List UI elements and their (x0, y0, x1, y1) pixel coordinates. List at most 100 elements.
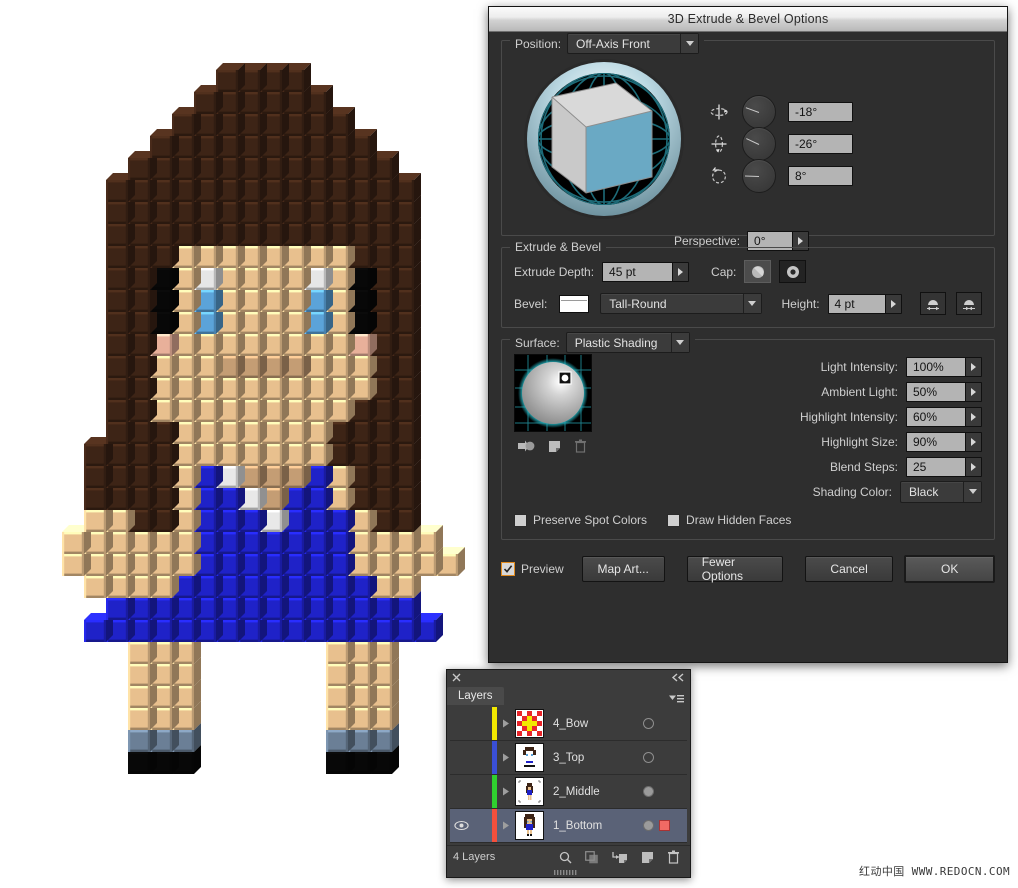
blend-steps-row: Blend Steps: 25 (600, 454, 982, 479)
target-indicator[interactable] (643, 718, 654, 729)
blend-steps-field[interactable]: 25 (906, 456, 982, 477)
highlight-size-row: Highlight Size: 90% (600, 429, 982, 454)
locate-object-icon[interactable] (559, 851, 572, 864)
dialog-footer: Preview Map Art... Fewer Options Cancel … (489, 551, 1007, 583)
highlight-intensity-stepper[interactable] (965, 407, 981, 426)
selection-indicator (659, 820, 670, 831)
rotate-z-value: 8° (789, 167, 852, 185)
panel-resize-grip[interactable] (447, 868, 690, 876)
collapse-panel-icon[interactable] (671, 673, 685, 682)
bevel-select[interactable]: Tall-Round (600, 293, 762, 314)
target-indicator[interactable] (643, 820, 654, 831)
bevel-extent-in-button[interactable] (956, 292, 982, 315)
cap-solid-button[interactable] (744, 260, 772, 283)
position-label: Position: (515, 36, 562, 51)
extrude-depth-value: 45 pt (603, 262, 673, 281)
expand-layer-triangle[interactable] (497, 753, 515, 762)
create-sublayer-icon[interactable] (612, 851, 628, 864)
shading-color-row: Shading Color: Black (600, 479, 982, 504)
layer-name: 2_Middle (553, 785, 600, 798)
rotate-y-field[interactable]: -26° (788, 134, 853, 154)
lighting-sphere-icon (515, 355, 591, 431)
ambient-light-stepper[interactable] (965, 382, 981, 401)
light-intensity-row: Light Intensity: 100% (600, 354, 982, 379)
checkbox-box (514, 513, 527, 527)
bevel-height-field[interactable]: 4 pt (827, 293, 903, 314)
bevel-extent-out-button[interactable] (920, 292, 947, 315)
layer-row[interactable]: 3_Top (450, 741, 687, 775)
extrude-bevel-legend: Extrude & Bevel (510, 240, 607, 254)
map-art-button[interactable]: Map Art... (581, 556, 665, 582)
layer-count-label: 4 Layers (453, 851, 496, 863)
rotate-y-icon (708, 133, 730, 155)
expand-layer-triangle[interactable] (497, 719, 515, 728)
rotate-y-value: -26° (789, 135, 852, 153)
light-intensity-field[interactable]: 100% (906, 356, 982, 377)
preserve-spot-colors-checkbox[interactable]: Preserve Spot Colors (514, 513, 647, 527)
delete-selection-icon[interactable] (667, 850, 680, 864)
duplicate-light-icon[interactable] (548, 440, 561, 453)
layer-row[interactable]: 1_Bottom (450, 809, 687, 843)
delete-light-icon[interactable] (574, 439, 587, 453)
make-clipping-mask-icon[interactable] (585, 850, 599, 864)
bevel-height-value: 4 pt (828, 294, 886, 313)
visibility-toggle-1_bottom[interactable] (450, 820, 472, 831)
close-icon[interactable] (452, 673, 461, 682)
expand-layer-triangle[interactable] (497, 821, 515, 830)
shading-color-select[interactable]: Black (900, 480, 982, 503)
rotate-z-dial[interactable] (742, 159, 776, 193)
extrude-depth-stepper[interactable] (672, 262, 689, 281)
position-trackball[interactable] (520, 55, 688, 223)
chevron-right-icon (503, 753, 509, 762)
highlight-size-field[interactable]: 90% (906, 431, 982, 452)
rotate-x-row: -18° (708, 95, 853, 129)
artboard-canvas (0, 0, 488, 888)
checkbox-box (667, 513, 681, 527)
blend-steps-value: 25 (907, 457, 965, 476)
cube-preview-icon (524, 59, 684, 219)
rotate-x-field[interactable]: -18° (788, 102, 853, 122)
extrude-bevel-dialog: 3D Extrude & Bevel Options Position: Off… (488, 6, 1008, 663)
surface-select[interactable]: Plastic Shading (565, 332, 690, 353)
chevron-down-icon (670, 333, 689, 352)
expand-layer-triangle[interactable] (497, 787, 515, 796)
highlight-size-stepper[interactable] (965, 432, 981, 451)
target-indicator[interactable] (643, 786, 654, 797)
surface-value: Plastic Shading (574, 335, 658, 350)
extrude-bevel-fieldset: Extrude & Bevel Extrude Depth: 45 pt Cap… (501, 240, 995, 328)
new-light-icon[interactable] (518, 439, 535, 453)
layers-list: 4_Bow 3_Top 2_Middle 1_Bottom (447, 705, 690, 843)
create-new-layer-icon[interactable] (641, 851, 654, 864)
position-preset-select[interactable]: Off-Axis Front (567, 33, 700, 54)
position-fieldset: Position: Off-Axis Front -18° -26° 8° Pe… (501, 33, 995, 251)
draw-hidden-faces-checkbox[interactable]: Draw Hidden Faces (667, 513, 791, 527)
panel-menu-icon[interactable] (669, 694, 684, 705)
blend-steps-stepper[interactable] (965, 457, 981, 476)
light-intensity-value: 100% (907, 357, 965, 376)
preview-checkbox[interactable]: Preview (501, 562, 564, 576)
extrude-depth-field[interactable]: 45 pt (602, 261, 690, 282)
ambient-light-field[interactable]: 50% (906, 381, 982, 402)
bottom-thumbnail (515, 811, 544, 840)
extrude-depth-label: Extrude Depth: (514, 264, 595, 279)
cancel-button[interactable]: Cancel (804, 556, 894, 582)
bevel-height-stepper[interactable] (885, 294, 902, 313)
target-indicator[interactable] (643, 752, 654, 763)
highlight-intensity-field[interactable]: 60% (906, 406, 982, 427)
tab-layers[interactable]: Layers (447, 687, 504, 705)
rotation-controls: -18° -26° 8° (708, 86, 853, 193)
layer-row[interactable]: 4_Bow (450, 707, 687, 741)
ok-button[interactable]: OK (904, 555, 995, 583)
rotate-y-dial[interactable] (742, 127, 776, 161)
layer-row[interactable]: 2_Middle (450, 775, 687, 809)
fewer-options-button[interactable]: Fewer Options (686, 555, 783, 583)
cap-hollow-icon (786, 265, 799, 278)
rotate-x-dial[interactable] (742, 95, 776, 129)
rotate-z-field[interactable]: 8° (788, 166, 853, 186)
lighting-sphere[interactable] (514, 354, 592, 432)
highlight-intensity-value: 60% (907, 407, 965, 426)
light-intensity-stepper[interactable] (965, 357, 981, 376)
ambient-light-value: 50% (907, 382, 965, 401)
cap-hollow-button[interactable] (779, 260, 807, 283)
surface-legend: Surface: Plastic Shading (510, 332, 695, 353)
